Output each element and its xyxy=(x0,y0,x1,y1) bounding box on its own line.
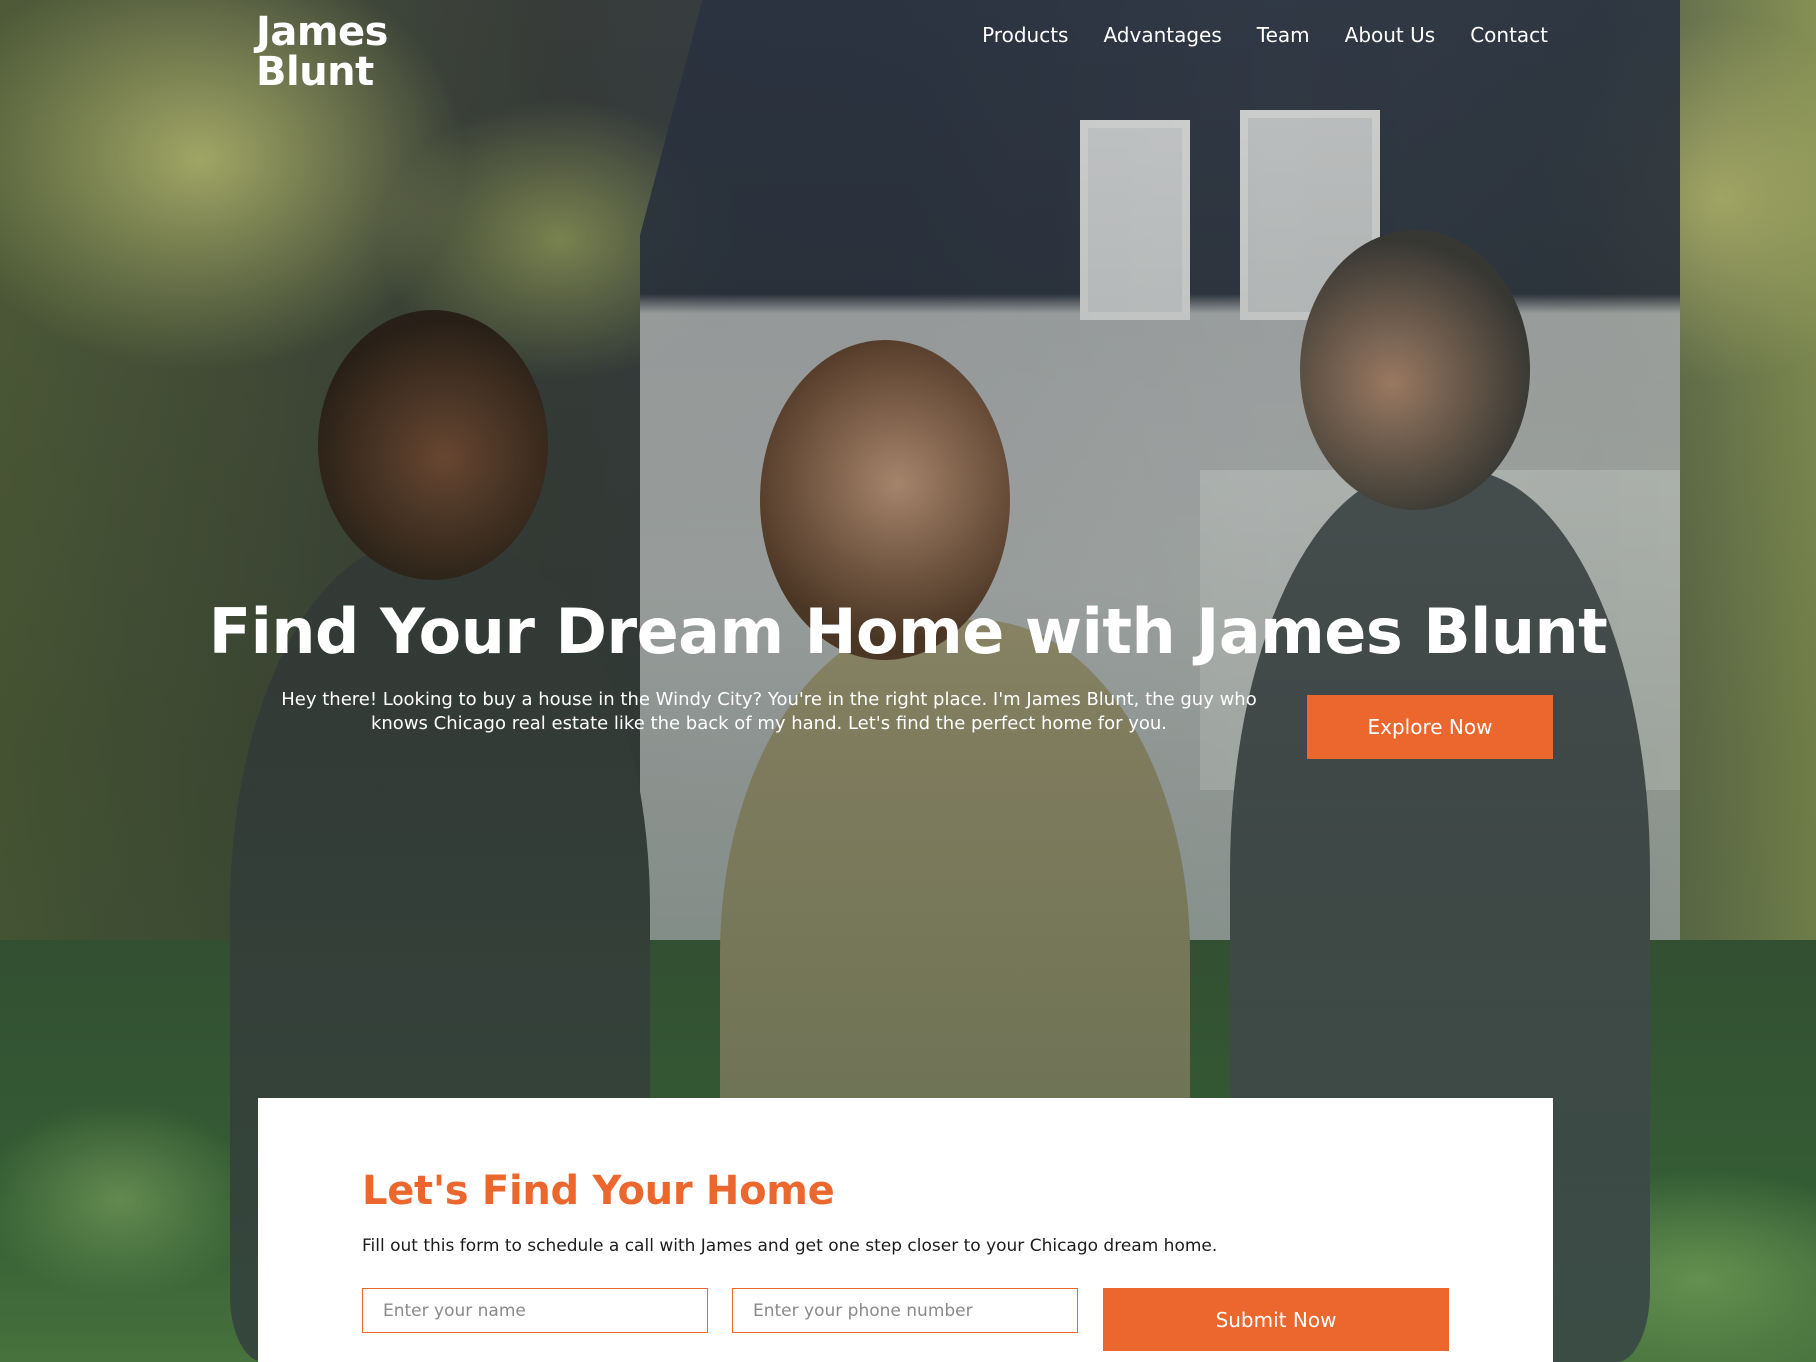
explore-now-button[interactable]: Explore Now xyxy=(1307,695,1553,759)
hero-subtitle: Hey there! Looking to buy a house in the… xyxy=(281,689,1257,734)
contact-form-card: Let's Find Your Home Fill out this form … xyxy=(258,1098,1553,1362)
nav-item-contact[interactable]: Contact xyxy=(1470,20,1548,50)
submit-now-button[interactable]: Submit Now xyxy=(1103,1288,1449,1351)
form-title: Let's Find Your Home xyxy=(362,1168,835,1214)
main-nav: Products Advantages Team About Us Contac… xyxy=(947,20,1548,50)
hero-title: Find Your Dream Home with James Blunt xyxy=(208,595,1608,668)
nav-item-team[interactable]: Team xyxy=(1257,20,1310,50)
phone-input[interactable] xyxy=(732,1288,1078,1333)
form-description: Fill out this form to schedule a call wi… xyxy=(362,1236,1218,1256)
nav-item-products[interactable]: Products xyxy=(982,20,1068,50)
name-input[interactable] xyxy=(362,1288,708,1333)
nav-item-about-us[interactable]: About Us xyxy=(1345,20,1436,50)
nav-item-advantages[interactable]: Advantages xyxy=(1103,20,1221,50)
logo-line-1: James xyxy=(256,9,389,55)
logo-line-2: Blunt xyxy=(256,49,374,95)
logo[interactable]: James Blunt xyxy=(256,9,389,95)
